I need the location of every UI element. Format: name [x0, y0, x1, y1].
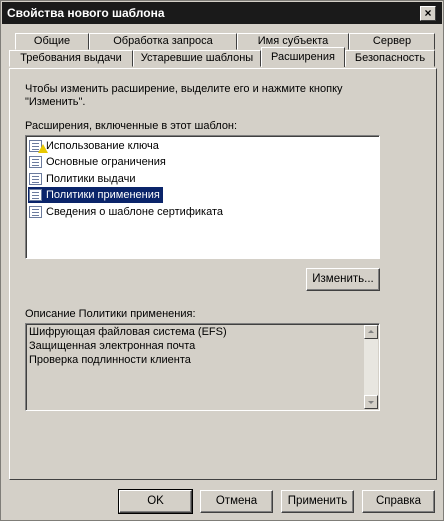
- extensions-list[interactable]: Использование ключа Основные ограничения…: [25, 135, 380, 259]
- apply-button[interactable]: Применить: [281, 490, 354, 513]
- instruction-text-line1: Чтобы изменить расширение, выделите его …: [25, 83, 343, 95]
- window-title: Свойства нового шаблона: [7, 6, 165, 20]
- close-icon: ×: [424, 6, 432, 20]
- description-scrollbar[interactable]: [364, 325, 378, 409]
- document-icon: [29, 156, 42, 168]
- document-icon: [29, 173, 42, 185]
- list-item-key-usage[interactable]: Использование ключа: [28, 138, 162, 154]
- description-line: Шифрующая файловая система (EFS): [29, 326, 227, 338]
- warning-icon: [38, 144, 48, 153]
- tab-superseded-templates[interactable]: Устаревшие шаблоны: [133, 50, 261, 67]
- tab-general[interactable]: Общие: [15, 33, 89, 50]
- list-item-template-info[interactable]: Сведения о шаблоне сертификата: [28, 204, 226, 220]
- description-box[interactable]: Шифрующая файловая система (EFS) Защищен…: [25, 323, 380, 411]
- dialog-window: Свойства нового шаблона × Общие Обработк…: [0, 0, 444, 521]
- tab-security[interactable]: Безопасность: [345, 50, 435, 67]
- tab-server[interactable]: Сервер: [349, 33, 435, 50]
- instruction-text-line2: "Изменить".: [25, 96, 86, 108]
- description-label: Описание Политики применения:: [25, 308, 196, 320]
- tab-issuance-requirements[interactable]: Требования выдачи: [9, 50, 133, 67]
- document-icon: [29, 206, 42, 218]
- tab-extensions[interactable]: Расширения: [261, 47, 345, 67]
- close-button[interactable]: ×: [420, 6, 436, 21]
- scroll-up-button[interactable]: [364, 325, 378, 339]
- ok-button[interactable]: OK: [118, 489, 193, 514]
- cancel-button[interactable]: Отмена: [200, 490, 273, 513]
- tab-request-handling[interactable]: Обработка запроса: [89, 33, 237, 50]
- description-line: Проверка подлинности клиента: [29, 354, 191, 366]
- edit-button[interactable]: Изменить...: [306, 268, 380, 291]
- title-bar[interactable]: Свойства нового шаблона ×: [2, 2, 442, 24]
- description-line: Защищенная электронная почта: [29, 340, 196, 352]
- scroll-down-button[interactable]: [364, 395, 378, 409]
- list-item-application-policies[interactable]: Политики применения: [28, 187, 163, 203]
- arrow-up-icon: [368, 330, 374, 333]
- help-button[interactable]: Справка: [362, 490, 435, 513]
- document-icon: [29, 189, 42, 201]
- arrow-down-icon: [368, 401, 374, 404]
- list-item-issuance-policies[interactable]: Политики выдачи: [28, 171, 138, 187]
- list-item-basic-constraints[interactable]: Основные ограничения: [28, 154, 169, 170]
- extensions-list-label: Расширения, включенные в этот шаблон:: [25, 120, 238, 132]
